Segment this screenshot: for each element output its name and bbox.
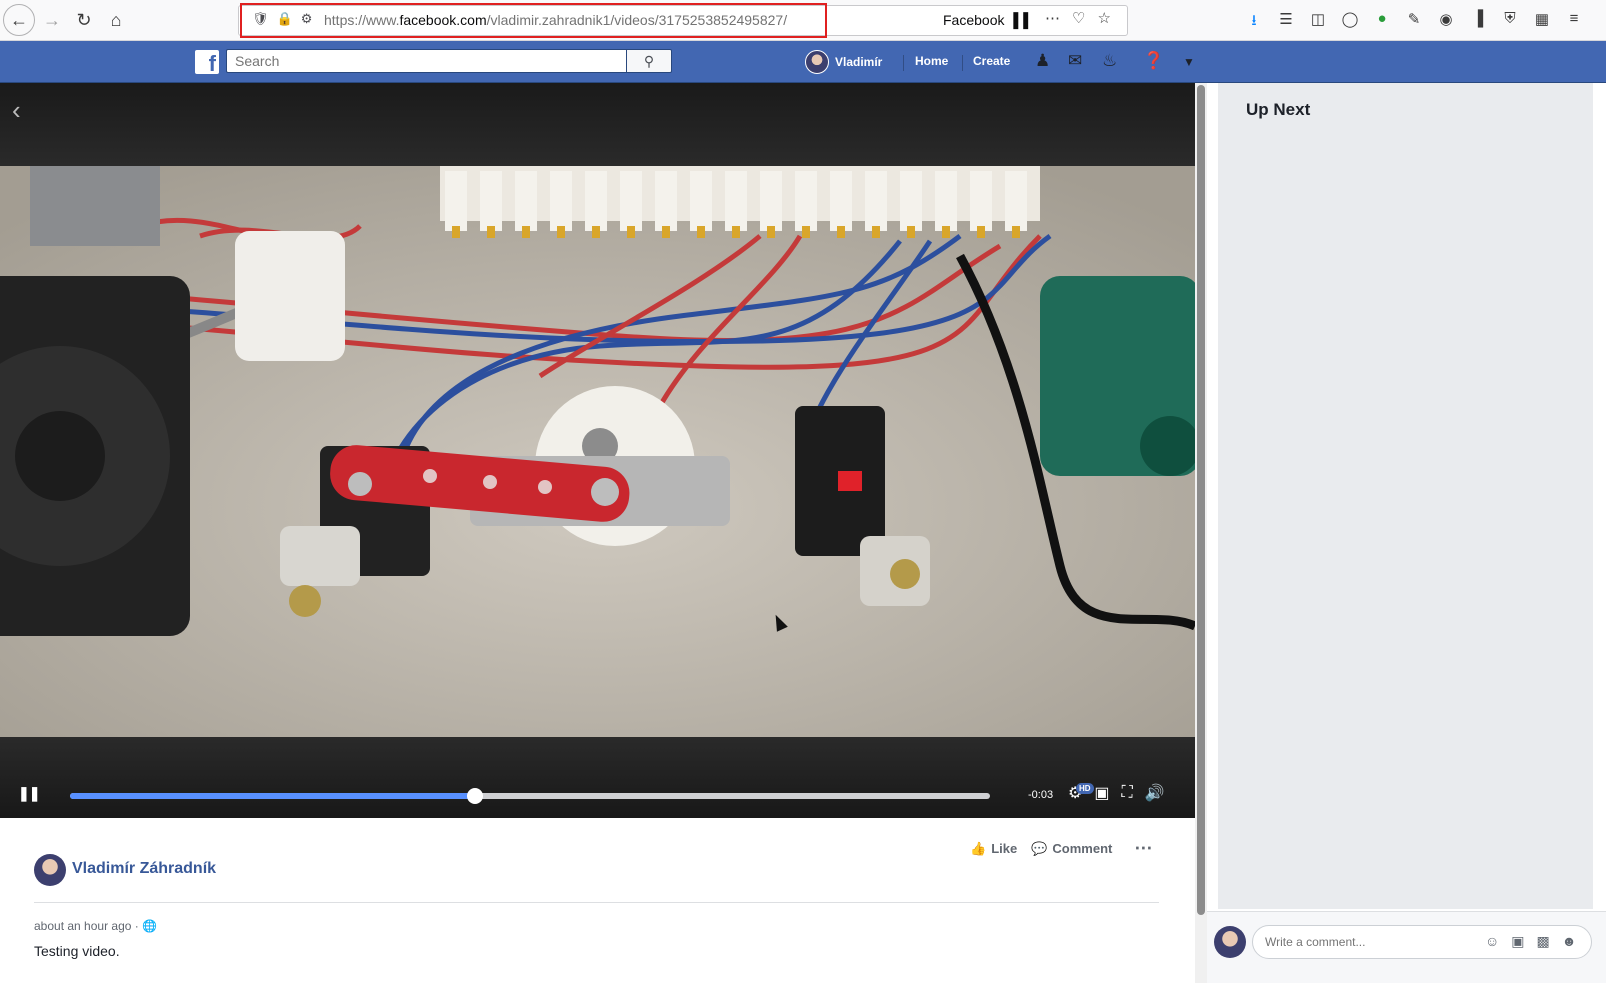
- home-icon: ⌂: [110, 9, 122, 30]
- browser-toolbar-icons: ⭳ ☰ ◫ ◯ ● ✎ ◉ ▐ ⛨ ▦ ≡: [1245, 10, 1583, 35]
- post-text: Testing video.: [34, 943, 120, 959]
- profile-extension-icon[interactable]: ◉: [1437, 10, 1455, 35]
- more-actions-icon[interactable]: ⋯: [1045, 9, 1060, 27]
- video-controls-bar: [0, 737, 1195, 818]
- url-domain: facebook.com: [399, 12, 487, 28]
- url-actions: ⋯ ♡ ☆: [1045, 9, 1111, 27]
- video-still-image: [0, 166, 1195, 737]
- barcode-extension-icon[interactable]: ▐: [1469, 10, 1487, 35]
- like-label: Like: [991, 841, 1018, 856]
- emoji-icon[interactable]: ☺: [1485, 933, 1499, 950]
- pocket-icon[interactable]: ♡: [1072, 9, 1085, 27]
- shield-extension-icon[interactable]: ⛨: [1501, 10, 1519, 35]
- arrow-right-icon: →: [43, 9, 61, 30]
- scrollbar-thumb[interactable]: [1197, 85, 1205, 915]
- hd-badge: HD: [1076, 783, 1094, 794]
- extension-u-icon[interactable]: ◯: [1341, 10, 1359, 35]
- progress-scrubber[interactable]: [466, 788, 483, 804]
- url-text[interactable]: https://www.facebook.com/vladimir.zahrad…: [324, 12, 787, 28]
- sticker-icon[interactable]: ☻: [1562, 933, 1577, 950]
- arrow-left-icon: ←: [10, 9, 28, 30]
- reload-button[interactable]: ↻: [68, 4, 100, 36]
- comment-tools: ☺ ▣ ▩ ☻: [1485, 933, 1577, 950]
- library-icon[interactable]: ☰: [1277, 10, 1295, 35]
- nav-home-link[interactable]: Home: [915, 54, 948, 68]
- timestamp-text: about an hour ago ·: [34, 919, 143, 933]
- video-top-band: [0, 83, 1195, 166]
- forward-button[interactable]: →: [36, 4, 68, 36]
- search-button[interactable]: ⚲: [626, 49, 672, 73]
- divider: [962, 55, 963, 71]
- site-label: Facebook: [943, 12, 1005, 28]
- facebook-logo[interactable]: f: [195, 50, 219, 74]
- scrollbar[interactable]: [1195, 83, 1207, 983]
- pause-button[interactable]: ❚❚: [18, 785, 40, 802]
- sidebar-panel: Up Next: [1218, 83, 1593, 909]
- video-player[interactable]: ‹ ❚❚ -0:03 ⚙ ▣ ⛶ 🔊 HD: [0, 83, 1195, 818]
- sidebar-icon[interactable]: ◫: [1309, 10, 1327, 35]
- fullscreen-icon[interactable]: ⛶: [1121, 784, 1132, 802]
- progress-fill: [70, 793, 475, 799]
- shield-icon[interactable]: 🛡: [252, 11, 269, 27]
- eyedropper-icon[interactable]: ✎: [1405, 10, 1423, 35]
- more-options-icon[interactable]: ⋯: [1134, 838, 1152, 859]
- reload-icon: ↻: [76, 9, 92, 30]
- avatar[interactable]: [34, 854, 66, 886]
- permissions-icon[interactable]: ⚙: [301, 11, 313, 27]
- friend-requests-icon[interactable]: ♟: [1035, 51, 1050, 71]
- profile-link[interactable]: Vladimír: [805, 50, 882, 74]
- speech-bubble-icon: 💬: [1031, 840, 1048, 856]
- video-frame[interactable]: [0, 166, 1195, 737]
- picture-in-picture-icon[interactable]: ▣: [1094, 783, 1109, 803]
- post-author[interactable]: Vladimír Záhradník: [72, 860, 216, 878]
- comment-composer: ☺ ▣ ▩ ☻: [1207, 911, 1606, 983]
- gif-icon[interactable]: ▩: [1537, 933, 1550, 950]
- post-timestamp[interactable]: about an hour ago · 🌐: [34, 919, 157, 933]
- notifications-bell-icon[interactable]: ♨: [1102, 51, 1117, 71]
- camera-icon[interactable]: ▣: [1511, 933, 1524, 950]
- barcode-icon: ▐▐: [1008, 12, 1029, 28]
- messenger-icon[interactable]: ✉: [1068, 51, 1082, 71]
- url-path: /vladimir.zahradnik1/videos/317525385249…: [486, 12, 788, 28]
- back-button[interactable]: ←: [3, 4, 35, 36]
- progress-bar[interactable]: [70, 788, 990, 804]
- site-identity-label: Facebook ▐▐: [943, 12, 1028, 28]
- extension-green-icon[interactable]: ●: [1373, 10, 1391, 35]
- avatar: [1214, 926, 1246, 958]
- thumbs-up-icon: 👍: [970, 840, 987, 856]
- post-info: 👍 Like 💬 Comment ⋯ Vladimír Záhradník ab…: [0, 818, 1195, 983]
- user-name: Vladimír: [835, 55, 883, 69]
- post-actions: 👍 Like 💬 Comment ⋯: [970, 838, 1152, 859]
- up-next-sidebar: Up Next ☺ ▣ ▩ ☻: [1207, 83, 1606, 983]
- facebook-header: f ⚲ Vladimír Home Create ♟ ✉ ♨ ❓ ▼: [0, 41, 1606, 83]
- url-prefix: https://www.: [324, 12, 400, 28]
- bookmark-star-icon[interactable]: ☆: [1097, 9, 1110, 27]
- download-icon[interactable]: ⭳: [1245, 10, 1263, 35]
- globe-icon: 🌐: [142, 919, 158, 933]
- help-icon[interactable]: ❓: [1143, 51, 1164, 71]
- up-next-title: Up Next: [1246, 100, 1311, 119]
- search-icon: ⚲: [643, 52, 655, 69]
- url-security-icons: 🛡 🔒 ⚙: [252, 11, 312, 27]
- menu-icon[interactable]: ≡: [1565, 10, 1583, 35]
- divider: [903, 55, 904, 71]
- like-button[interactable]: 👍 Like: [970, 841, 1017, 857]
- browser-toolbar: ← → ↻ ⌂ 🛡 🔒 ⚙ https://www.facebook.com/v…: [0, 0, 1606, 41]
- comment-button[interactable]: 💬 Comment: [1031, 841, 1112, 857]
- divider: [34, 902, 1159, 903]
- puzzle-icon[interactable]: ▦: [1533, 10, 1551, 35]
- home-button[interactable]: ⌂: [100, 4, 132, 36]
- lock-icon[interactable]: 🔒: [277, 11, 293, 27]
- search-input[interactable]: [226, 49, 626, 73]
- avatar: [805, 50, 829, 74]
- comment-label: Comment: [1052, 841, 1113, 856]
- volume-icon[interactable]: 🔊: [1145, 783, 1165, 803]
- nav-create-link[interactable]: Create: [973, 54, 1010, 68]
- time-remaining: -0:03: [1028, 789, 1054, 801]
- account-menu-chevron-icon[interactable]: ▼: [1183, 55, 1195, 69]
- chevron-left-icon[interactable]: ‹: [12, 95, 21, 126]
